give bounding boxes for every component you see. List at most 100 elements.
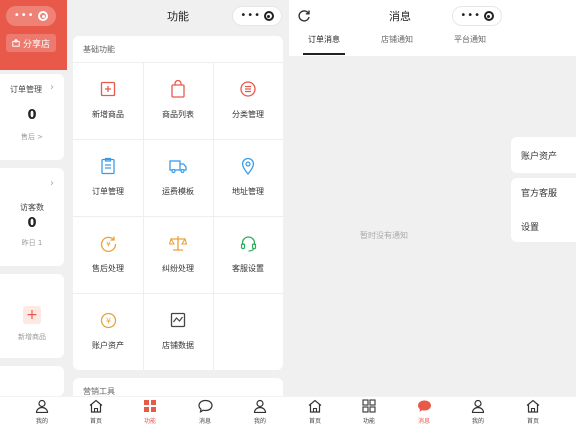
function-dispute-handling[interactable]: 纠纷处理 [143, 216, 213, 293]
refund-icon: ¥ [99, 234, 117, 252]
yesterday-visitors: 昨日 1 [21, 239, 43, 247]
clipboard-icon [99, 157, 117, 175]
function-label: 售后处理 [92, 264, 124, 273]
close-circle-icon[interactable] [483, 11, 494, 21]
close-circle-icon[interactable] [38, 11, 49, 21]
miniprogram-capsule[interactable]: ••• [6, 6, 56, 26]
grid-icon [142, 398, 158, 414]
share-store-label: 分享店 [22, 39, 50, 50]
visitors-summary-card[interactable]: › 访客数 0 昨日 1 [0, 168, 64, 266]
section-title: 基础功能 [83, 45, 115, 54]
home-icon [525, 398, 541, 414]
tab-label: 首页 [89, 418, 102, 425]
miniprogram-capsule[interactable]: ••• [232, 6, 282, 26]
tab-mine[interactable]: 我的 [458, 398, 498, 425]
tab-home[interactable]: 首页 [76, 398, 116, 425]
left-next-card [0, 366, 64, 396]
function-label: 地址管理 [232, 187, 264, 196]
function-label: 分类管理 [232, 110, 264, 119]
tab-functions[interactable]: 功能 [349, 398, 389, 425]
orders-summary-card[interactable]: 订单管理 › 0 售后 > [0, 74, 64, 160]
function-address-management[interactable]: 地址管理 [213, 139, 283, 216]
person-icon [252, 398, 268, 414]
function-category-management[interactable]: 分类管理 [213, 62, 283, 139]
tab-label: 功能 [362, 418, 375, 425]
function-store-data[interactable]: 店铺数据 [143, 293, 213, 370]
tab-functions[interactable]: 功能 [130, 398, 170, 425]
orders-card-title: 订单管理 [10, 85, 42, 94]
tab-label: 首页 [308, 418, 321, 425]
function-label: 商品列表 [162, 110, 194, 119]
account-assets-menu[interactable]: 账户资产 [511, 137, 576, 173]
location-pin-icon [239, 157, 257, 175]
tab-mine[interactable]: 我的 [22, 398, 62, 425]
person-icon [470, 398, 486, 414]
tab-label: 我的 [471, 418, 484, 425]
function-label: 店铺数据 [162, 341, 194, 350]
after-sales-link[interactable]: 售后 > [0, 132, 64, 142]
chart-icon [169, 311, 187, 329]
more-icon[interactable]: ••• [460, 11, 481, 21]
chevron-right-icon: › [50, 178, 54, 189]
person-icon [34, 398, 50, 414]
tab-platform-notifications[interactable]: 平台通知 [446, 34, 494, 45]
plus-icon: + [23, 306, 41, 324]
settings-item[interactable]: 设置 [521, 220, 539, 233]
account-assets-label: 账户资产 [521, 152, 558, 162]
share-icon [12, 39, 20, 47]
chat-icon [197, 398, 213, 414]
official-service-item[interactable]: 官方客服 [521, 186, 557, 199]
list-circle-icon [239, 80, 257, 98]
truck-icon [169, 157, 187, 175]
svg-text:¥: ¥ [106, 240, 111, 248]
tab-home[interactable]: 首页 [513, 398, 553, 425]
tab-label: 我的 [35, 418, 48, 425]
headset-icon [239, 234, 257, 252]
function-label: 新增商品 [92, 110, 124, 119]
service-settings-menu: 官方客服 设置 [511, 178, 576, 242]
add-product-shortcut[interactable]: + 新增商品 [0, 274, 64, 358]
chevron-right-icon: › [50, 82, 54, 93]
tab-messages[interactable]: 消息 [185, 398, 225, 425]
visitors-card-title: 访客数 [20, 203, 44, 212]
function-after-sales[interactable]: ¥ 售后处理 [73, 216, 143, 293]
function-add-product[interactable]: 新增商品 [73, 62, 143, 139]
chat-icon [416, 398, 432, 414]
svg-text:¥: ¥ [105, 316, 110, 325]
tab-label: 消息 [417, 418, 430, 425]
home-icon [88, 398, 104, 414]
tab-store-notifications[interactable]: 店铺通知 [373, 34, 421, 45]
tab-mine[interactable]: 我的 [240, 398, 280, 425]
home-icon [307, 398, 323, 414]
visitors-count: 0 [27, 216, 37, 231]
tab-messages[interactable]: 消息 [404, 398, 444, 425]
function-order-management[interactable]: 订单管理 [73, 139, 143, 216]
share-store-button[interactable]: 分享店 [6, 34, 56, 52]
close-circle-icon[interactable] [263, 11, 274, 21]
function-label: 账户资产 [92, 341, 124, 350]
tab-order-messages[interactable]: 订单消息 [303, 34, 345, 45]
function-label: 订单管理 [92, 187, 124, 196]
scale-icon [169, 234, 187, 252]
more-icon[interactable]: ••• [14, 11, 35, 21]
add-product-label: 新增商品 [18, 333, 46, 341]
function-label: 纠纷处理 [162, 264, 194, 273]
function-shipping-template[interactable]: 运费模板 [143, 139, 213, 216]
tab-home[interactable]: 首页 [295, 398, 335, 425]
coin-icon: ¥ [99, 311, 117, 329]
function-label: 客服设置 [232, 264, 264, 273]
add-square-icon [99, 80, 117, 98]
more-icon[interactable]: ••• [240, 11, 261, 21]
grid-icon [361, 398, 377, 414]
function-product-list[interactable]: 商品列表 [143, 62, 213, 139]
tab-label: 我的 [253, 418, 266, 425]
miniprogram-capsule[interactable]: ••• [452, 6, 502, 26]
tab-label: 消息 [198, 418, 211, 425]
active-tab-indicator [303, 53, 345, 55]
shopping-bag-icon [169, 80, 187, 98]
orders-count: 0 [27, 108, 37, 123]
tab-label: 功能 [143, 418, 156, 425]
function-account-assets[interactable]: ¥ 账户资产 [73, 293, 143, 370]
function-customer-service-settings[interactable]: 客服设置 [213, 216, 283, 293]
function-label: 运费模板 [162, 187, 194, 196]
